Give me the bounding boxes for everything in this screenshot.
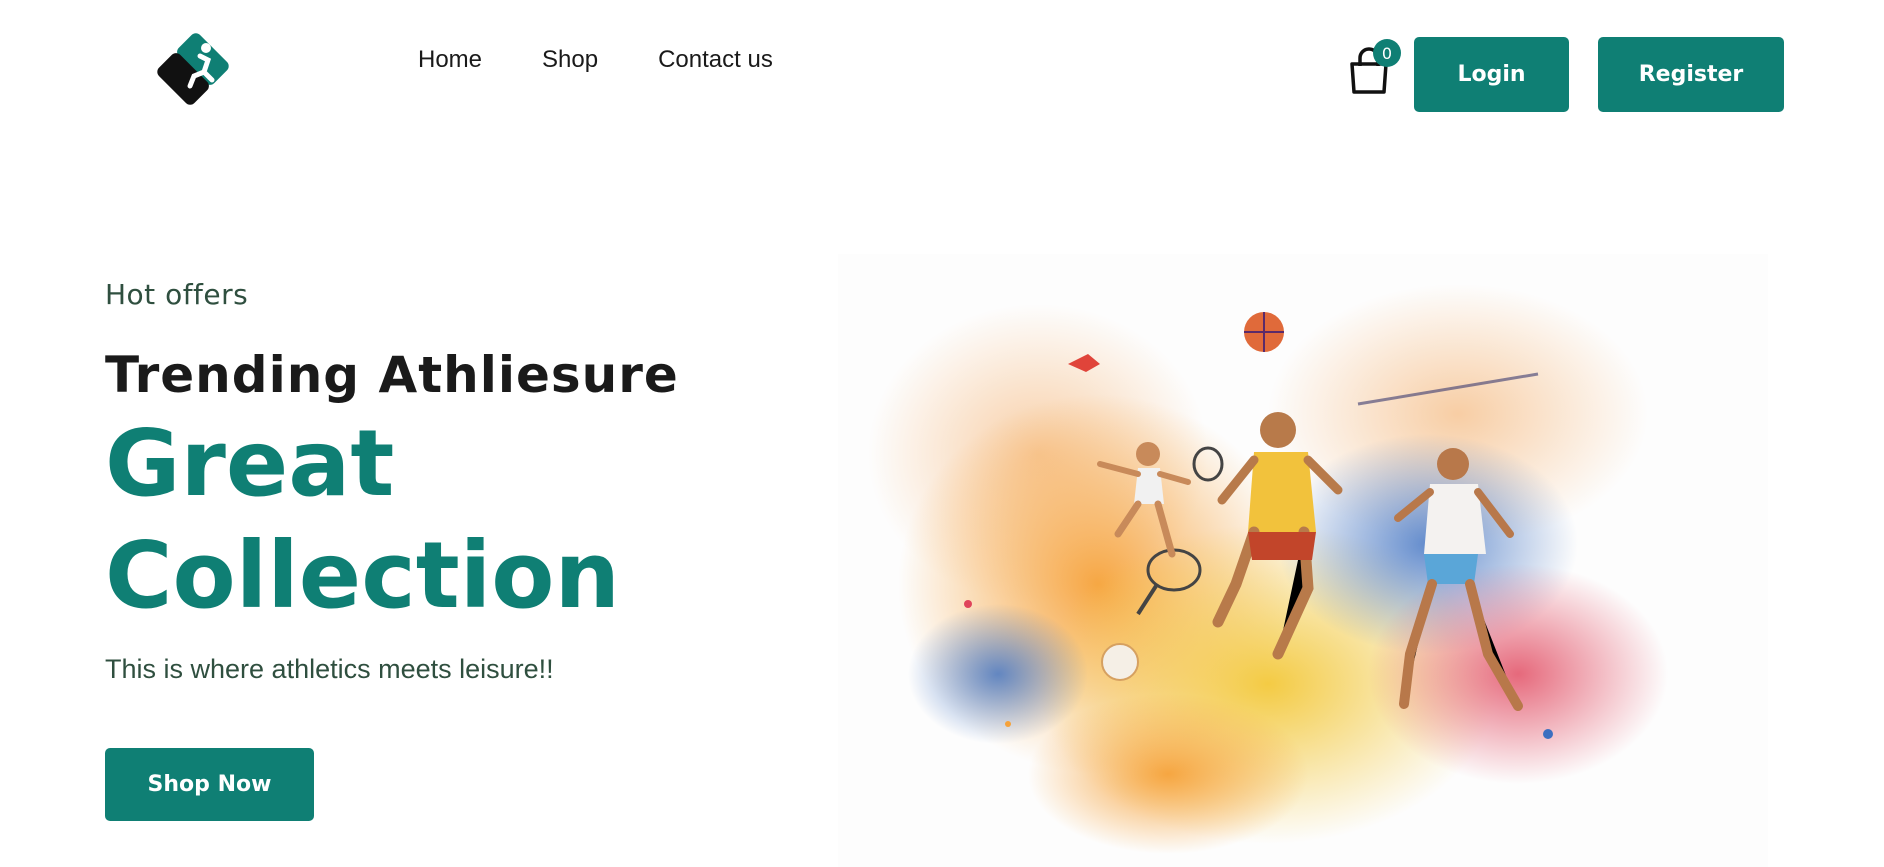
hero-headline: Great Collection (105, 410, 620, 629)
cart-count-badge: 0 (1373, 39, 1401, 67)
nav-shop[interactable]: Shop (542, 46, 598, 74)
main-nav: Home Shop Contact us (418, 46, 773, 74)
site-header: Home Shop Contact us 0 Login Register (0, 0, 1884, 150)
logo-icon (157, 33, 229, 105)
hero-eyebrow: Hot offers (105, 278, 249, 311)
login-button[interactable]: Login (1414, 37, 1569, 112)
hero-text: Hot offers Trending Athliesure Great Col… (105, 278, 825, 685)
nav-contact-us[interactable]: Contact us (658, 46, 773, 74)
brand-logo[interactable] (150, 26, 236, 112)
athletes-watercolor-illustration (868, 284, 1668, 854)
hero-title: Trending Athliesure (105, 346, 679, 404)
hero-athletes-image (838, 254, 1768, 867)
register-button[interactable]: Register (1598, 37, 1784, 112)
hero-subtitle: This is where athletics meets leisure!! (105, 654, 554, 684)
nav-home[interactable]: Home (418, 46, 482, 74)
shop-now-button[interactable]: Shop Now (105, 748, 314, 821)
